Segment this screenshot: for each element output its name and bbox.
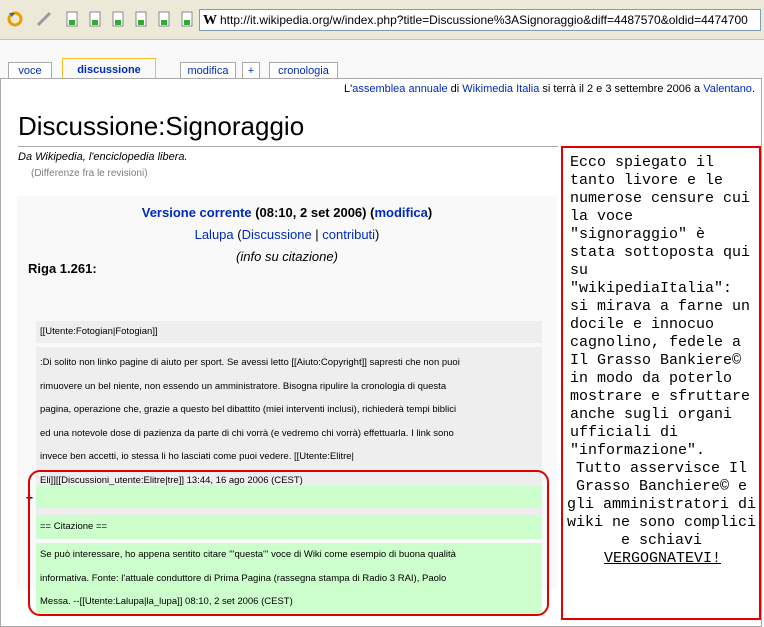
user-contribs-link[interactable]: contributi	[322, 227, 375, 242]
site-subtitle: Da Wikipedia, l'enciclopedia libera.	[18, 151, 188, 163]
notice-text: L'	[343, 83, 353, 95]
content-subtitle: (Differenze fra le revisioni)	[31, 168, 148, 179]
user-link[interactable]: Lalupa	[195, 227, 234, 242]
diff-version-header: Versione corrente (08:10, 2 set 2006) (m…	[17, 205, 557, 220]
edit-link[interactable]: modifica	[374, 205, 427, 220]
edit-summary: (info su citazione)	[236, 249, 338, 264]
tab-add-section[interactable]: +	[242, 62, 260, 79]
url-text[interactable]: http://it.wikipedia.org/w/index.php?titl…	[220, 13, 748, 27]
edit-pencil-icon[interactable]	[35, 10, 53, 28]
version-time: (08:10, 2 set 2006) (	[251, 205, 375, 220]
diff-deleted-line: ed una notevole dose di pazienza da part…	[40, 427, 454, 439]
page-icon[interactable]	[109, 10, 127, 28]
tab-cronologia[interactable]: cronologia	[269, 62, 338, 79]
highlight-outline	[28, 470, 549, 616]
diff-deleted-line: rimuovere un bel niente, non essendo un …	[40, 380, 447, 392]
version-link[interactable]: Versione corrente	[142, 205, 252, 220]
reload-icon[interactable]	[6, 10, 24, 28]
notice-link-assemblea[interactable]: assemblea annuale	[352, 83, 447, 95]
notice-text: .	[751, 83, 755, 95]
browser-toolbar: Whttp://it.wikipedia.org/w/index.php?tit…	[0, 0, 764, 40]
user-talk-link[interactable]: Discussione	[242, 227, 312, 242]
diff-deleted-line: pagina, operazione che, grazie a questo …	[40, 404, 457, 415]
annotation-shout: VERGOGNATEVI!	[603, 550, 722, 567]
page-title: Discussione:Signoraggio	[18, 111, 305, 141]
tab-discussione[interactable]: discussione	[62, 58, 156, 79]
user-sep: )	[375, 227, 380, 242]
notice-link-valentano[interactable]: Valentano	[703, 83, 752, 95]
address-bar[interactable]: Whttp://it.wikipedia.org/w/index.php?tit…	[199, 9, 761, 31]
diff-context-line: [[Utente:Fotogian|Fotogian]]	[36, 321, 542, 343]
user-sep: |	[311, 227, 323, 242]
version-close: )	[427, 205, 433, 220]
diff-line-number: Riga 1.261:	[28, 261, 97, 276]
annotation-main-text: Ecco spiegato il tanto livore e le numer…	[570, 154, 751, 459]
notice-text: si terrà il 2 e 3 settembre 2006 a	[539, 83, 704, 95]
site-notice: L'assemblea annuale di Wikimedia Italia …	[344, 83, 755, 95]
page-icon[interactable]	[155, 10, 173, 28]
diff-deleted-line: invece ben accetti, io stessa li ho lasc…	[40, 451, 355, 462]
heading-divider	[18, 146, 558, 147]
diff-user-line: Lalupa (Discussione | contributi)	[17, 227, 557, 242]
tab-bar: voce discussione modifica + cronologia	[0, 40, 764, 79]
site-logo-icon: W	[203, 13, 217, 28]
page-icon[interactable]	[86, 10, 104, 28]
user-sep: (	[233, 227, 242, 242]
annotation-tail-text: Tutto asservisce Il Grasso Banchiere© e …	[566, 460, 757, 549]
page-icon[interactable]	[178, 10, 196, 28]
tab-modifica[interactable]: modifica	[180, 62, 236, 79]
notice-link-wikimedia[interactable]: Wikimedia Italia	[462, 83, 539, 95]
annotation-box: Ecco spiegato il tanto livore e le numer…	[561, 146, 761, 620]
tab-voce[interactable]: voce	[8, 62, 52, 79]
diff-deleted-line: :Di solito non linko pagine di aiuto per…	[40, 357, 460, 368]
notice-text: di	[447, 83, 463, 95]
page-icon[interactable]	[132, 10, 150, 28]
page-icon[interactable]	[63, 10, 81, 28]
